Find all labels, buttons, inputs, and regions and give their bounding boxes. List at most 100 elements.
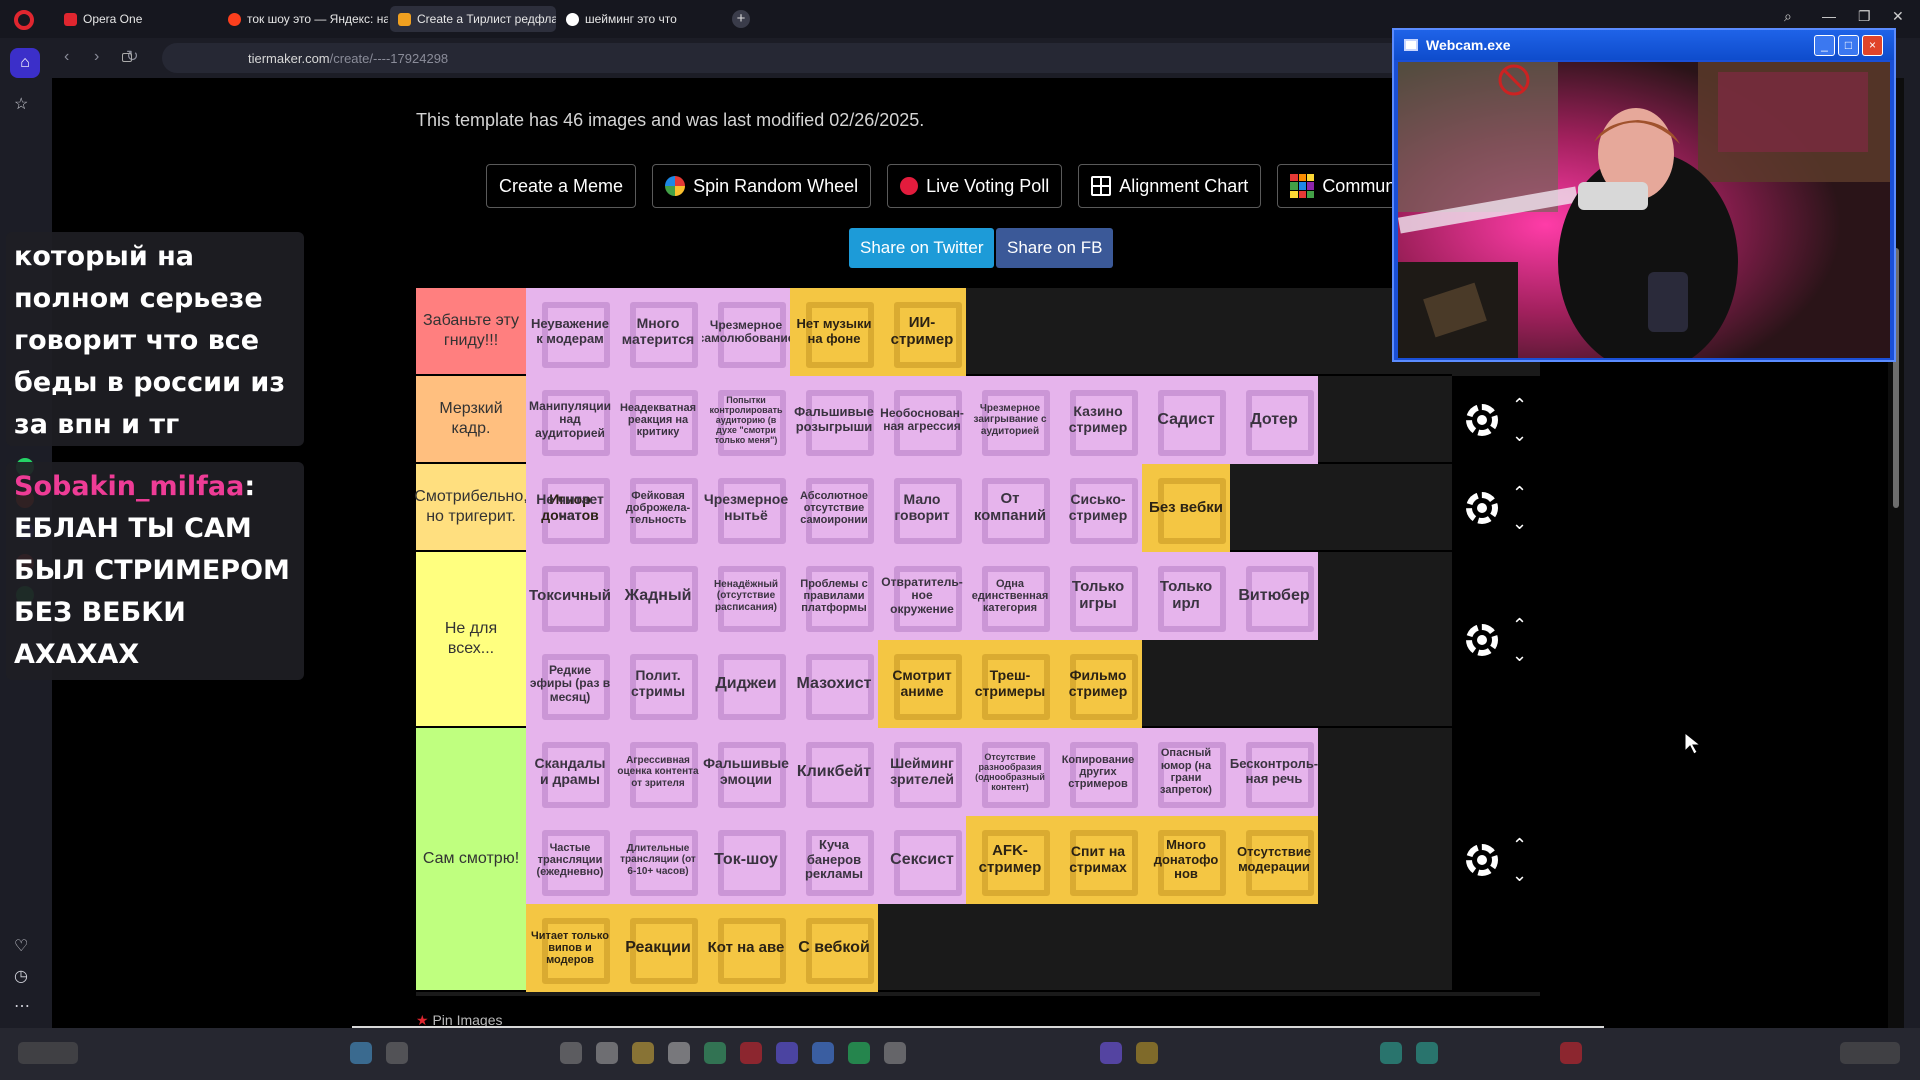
tier-item[interactable]: Манипуляции над аудиторией xyxy=(526,376,614,464)
tier-item[interactable]: Реакции xyxy=(614,904,702,992)
tier-item[interactable]: Бесконтроль-ная речь xyxy=(1230,728,1318,816)
tier-item[interactable]: Нет музыки на фоне xyxy=(790,288,878,376)
tier-item[interactable]: Кот на аве xyxy=(702,904,790,992)
tier-item[interactable]: Треш-стримеры xyxy=(966,640,1054,728)
share-facebook-button[interactable]: Share on FB xyxy=(996,228,1114,268)
community-button[interactable]: Commun xyxy=(1277,164,1409,208)
taskbar-app-icon[interactable] xyxy=(350,1042,372,1064)
taskbar-app-icon[interactable] xyxy=(848,1042,870,1064)
tier-item[interactable]: Витюбер xyxy=(1230,552,1318,640)
tier-item[interactable]: Опасный юмор (на грани запреток) xyxy=(1142,728,1230,816)
tier-item[interactable]: Ток-шоу xyxy=(702,816,790,904)
tier-item[interactable]: Смотрит аниме xyxy=(878,640,966,728)
search-tabs-icon[interactable]: ⌕ xyxy=(1784,8,1792,25)
tier-item[interactable]: Фильмо стример xyxy=(1054,640,1142,728)
tier-item[interactable]: Садист xyxy=(1142,376,1230,464)
tier-item[interactable]: Много донатофо нов xyxy=(1142,816,1230,904)
tier-item[interactable]: Мазохист xyxy=(790,640,878,728)
tier-item[interactable]: Скандалы и драмы xyxy=(526,728,614,816)
tier-label[interactable]: Сам смотрю! xyxy=(416,728,526,990)
taskbar-app-icon[interactable] xyxy=(740,1042,762,1064)
move-down-icon[interactable]: ⌄ xyxy=(1512,646,1527,664)
url-field[interactable]: tiermaker.com/create/----17924298 xyxy=(122,43,1542,73)
webcam-close-button[interactable]: × xyxy=(1862,35,1883,56)
webcam-window[interactable]: Webcam.exe _ □ × xyxy=(1392,28,1896,362)
gear-icon[interactable] xyxy=(1466,624,1498,656)
tier-item[interactable]: Жадный xyxy=(614,552,702,640)
new-tab-button[interactable]: + xyxy=(732,10,750,28)
tier-item[interactable]: Необоснован-ная агрессия xyxy=(878,376,966,464)
taskbar-app-icon[interactable] xyxy=(1136,1042,1158,1064)
home-icon[interactable]: ⌂ xyxy=(10,48,40,78)
taskbar-app-icon[interactable] xyxy=(1560,1042,1582,1064)
move-up-icon[interactable]: ⌃ xyxy=(1512,484,1527,502)
tier-item[interactable]: Чрезмерное заигрывание с аудиторией xyxy=(966,376,1054,464)
tier-item[interactable]: ИИ-стример xyxy=(878,288,966,376)
tier-item[interactable]: Отсутствие модерации xyxy=(1230,816,1318,904)
tier-item[interactable]: Фальшивые эмоции xyxy=(702,728,790,816)
tier-item[interactable]: Без вебки xyxy=(1142,464,1230,552)
tier-item[interactable]: Чрезмерное самолюбование xyxy=(702,288,790,376)
tier-item[interactable]: Отвратитель-ное окружение xyxy=(878,552,966,640)
gear-icon[interactable] xyxy=(1466,492,1498,524)
tier-label[interactable]: Мерзкий кадр. xyxy=(416,376,526,462)
restore-window-icon[interactable]: ❐ xyxy=(1858,8,1871,25)
taskbar-app-icon[interactable] xyxy=(1100,1042,1122,1064)
tier-label[interactable]: Забаньте эту гниду!!! xyxy=(416,288,526,374)
taskbar-app-icon[interactable] xyxy=(632,1042,654,1064)
tier-item[interactable]: Полит. стримы xyxy=(614,640,702,728)
live-poll-button[interactable]: Live Voting Poll xyxy=(887,164,1063,208)
move-up-icon[interactable]: ⌃ xyxy=(1512,396,1527,414)
tier-item[interactable]: Ненадёжный (отсутствие расписания) xyxy=(702,552,790,640)
taskbar-app-icon[interactable] xyxy=(884,1042,906,1064)
tier-item[interactable]: От компаний xyxy=(966,464,1054,552)
history-icon[interactable]: ◷ xyxy=(14,966,28,986)
tab-shaming[interactable]: шейминг это что xyxy=(558,6,724,32)
gear-icon[interactable] xyxy=(1466,404,1498,436)
forward-icon[interactable]: › xyxy=(94,48,99,66)
tier-item[interactable]: Агрессивная оценка контента от зрителя xyxy=(614,728,702,816)
tier-item[interactable]: Казино стример xyxy=(1054,376,1142,464)
tier-item[interactable]: Неуважение к модерам xyxy=(526,288,614,376)
tier-item[interactable]: Чрезмерное нытьё xyxy=(702,464,790,552)
alignment-chart-button[interactable]: Alignment Chart xyxy=(1078,164,1262,208)
tier-item[interactable]: Токсичный xyxy=(526,552,614,640)
tier-item[interactable]: Редкие эфиры (раз в месяц) xyxy=(526,640,614,728)
back-icon[interactable]: ‹ xyxy=(64,48,69,66)
taskbar-app-icon[interactable] xyxy=(704,1042,726,1064)
gear-icon[interactable] xyxy=(1466,844,1498,876)
tier-item[interactable]: Читает только випов и модеров xyxy=(526,904,614,992)
tier-item[interactable]: Длительные трансляции (от 6-10+ часов) xyxy=(614,816,702,904)
tier-item[interactable]: Попытки контролировать аудиторию (в духе… xyxy=(702,376,790,464)
tier-item[interactable]: Только ирл xyxy=(1142,552,1230,640)
tier-item[interactable]: Частые трансляции (ежедневно) xyxy=(526,816,614,904)
tier-item[interactable]: Сисько-стример xyxy=(1054,464,1142,552)
tier-item[interactable]: Проблемы с правилами платформы xyxy=(790,552,878,640)
tier-label[interactable]: Не для всех... xyxy=(416,552,526,726)
minimize-window-icon[interactable]: — xyxy=(1822,8,1836,24)
tier-label[interactable]: Смотрибельно, но тригерит. xyxy=(414,464,528,550)
tier-item[interactable]: Куча банеров рекламы xyxy=(790,816,878,904)
taskbar-app-icon[interactable] xyxy=(812,1042,834,1064)
tier-item[interactable]: Неадекватная реакция на критику xyxy=(614,376,702,464)
move-up-icon[interactable]: ⌃ xyxy=(1512,836,1527,854)
tier-item[interactable]: Не читает чат xyxy=(526,464,614,552)
taskbar-app-icon[interactable] xyxy=(776,1042,798,1064)
start-icon[interactable] xyxy=(18,1042,78,1064)
tab-opera-one[interactable]: Opera One xyxy=(56,6,216,32)
tier-item[interactable]: Сексист xyxy=(878,816,966,904)
taskbar-app-icon[interactable] xyxy=(596,1042,618,1064)
tier-item[interactable]: Отсутствие разнообразия (однообразный ко… xyxy=(966,728,1054,816)
taskbar-app-icon[interactable] xyxy=(386,1042,408,1064)
tier-item[interactable]: Фейковая доброжела-тельность xyxy=(614,464,702,552)
tier-item[interactable]: Абсолютное отсутствие самоиронии xyxy=(790,464,878,552)
taskbar-app-icon[interactable] xyxy=(1416,1042,1438,1064)
tier-item[interactable]: Диджеи xyxy=(702,640,790,728)
more-icon[interactable]: ⋯ xyxy=(14,996,30,1016)
opera-logo-icon[interactable] xyxy=(14,10,34,30)
heart-icon[interactable]: ♡ xyxy=(14,936,28,956)
tier-item[interactable]: Дотер xyxy=(1230,376,1318,464)
move-up-icon[interactable]: ⌃ xyxy=(1512,616,1527,634)
tier-item[interactable]: Много матерится xyxy=(614,288,702,376)
taskbar-app-icon[interactable] xyxy=(668,1042,690,1064)
